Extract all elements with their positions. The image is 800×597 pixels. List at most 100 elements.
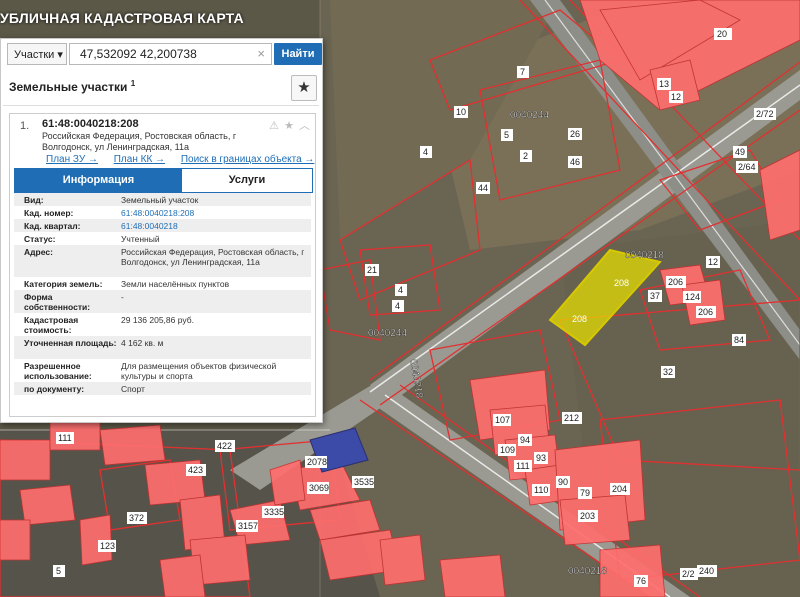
info-row-label: Адрес: [24, 247, 53, 257]
search-type-select[interactable]: Участки ▾ [7, 43, 67, 65]
svg-text:4: 4 [398, 285, 403, 295]
parcel-index: 1. [20, 120, 30, 132]
parcel-number[interactable]: 61:48:0040218:208 [42, 118, 139, 130]
search-in-bounds-link[interactable]: Поиск в границах объекта → [181, 154, 315, 165]
info-row: Статус: Учтенный [14, 232, 311, 245]
svg-text:79: 79 [580, 488, 590, 498]
info-row: Кад. номер: 61:48:0040218:208 [14, 206, 311, 219]
svg-text:32: 32 [663, 367, 673, 377]
parcel-links: План ЗУ → План КК → Поиск в границах объ… [46, 154, 327, 165]
svg-text:3335: 3335 [264, 507, 284, 517]
tab-services[interactable]: Услуги [182, 169, 312, 192]
svg-text:0040218: 0040218 [568, 566, 607, 577]
parcel-card: 1. 61:48:0040218:208 Российская Федераци… [9, 113, 316, 417]
search-input[interactable]: 47,532092 42,200738 × [69, 43, 272, 65]
search-panel: Участки ▾ 47,532092 42,200738 × Найти Зе… [0, 38, 323, 423]
info-row-value: Спорт [121, 384, 145, 394]
svg-text:3157: 3157 [238, 521, 258, 531]
svg-text:12: 12 [671, 92, 681, 102]
plan-kk-link[interactable]: План КК → [114, 154, 165, 165]
svg-text:76: 76 [636, 576, 646, 586]
info-tabs: Информация Услуги [14, 168, 313, 193]
svg-text:123: 123 [100, 541, 115, 551]
svg-text:212: 212 [564, 413, 579, 423]
svg-text:94: 94 [520, 435, 530, 445]
svg-text:2/72: 2/72 [756, 109, 774, 119]
svg-text:204: 204 [612, 484, 627, 494]
search-button[interactable]: Найти [274, 43, 322, 65]
info-row: Уточненная площадь: 4 162 кв. м [14, 336, 311, 359]
svg-text:37: 37 [650, 291, 660, 301]
svg-text:107: 107 [495, 415, 510, 425]
info-row: по документу: Спорт [14, 382, 311, 395]
svg-text:240: 240 [699, 566, 714, 576]
info-row-label: Вид: [24, 195, 44, 205]
svg-text:372: 372 [129, 513, 144, 523]
svg-text:4: 4 [423, 147, 428, 157]
info-row-label: Кад. номер: [24, 208, 74, 218]
info-row: Категория земель: Земли населённых пункто… [14, 277, 311, 290]
info-row-value: Земельный участок [121, 195, 199, 205]
svg-text:3535: 3535 [354, 477, 374, 487]
parcel-tools-icons[interactable]: ⚠ ★ ︿ [269, 117, 311, 133]
info-row-label: Разрешенное использование: [24, 361, 92, 381]
tab-information[interactable]: Информация [15, 169, 182, 192]
svg-text:0040218: 0040218 [625, 250, 664, 261]
section-title: Земельные участки 1 [9, 79, 135, 94]
chevron-down-icon: ▾ [57, 49, 63, 61]
svg-text:21: 21 [367, 265, 377, 275]
info-row-label: Уточненная площадь: [24, 338, 117, 348]
info-row-label: Форма собственности: [24, 292, 91, 312]
info-row-value: - [121, 292, 124, 302]
info-row-label: Статус: [24, 234, 56, 244]
info-row-label: Кад. квартал: [24, 221, 81, 231]
info-row-value: Учтенный [121, 234, 160, 244]
info-row-value[interactable]: 61:48:0040218:208 [121, 208, 306, 218]
info-table: Вид: Земельный участок Кад. номер: 61:48:00… [14, 193, 311, 395]
svg-text:422: 422 [217, 441, 232, 451]
favorite-star-button[interactable]: ★ [291, 75, 317, 101]
svg-text:111: 111 [516, 461, 530, 471]
svg-text:109: 109 [500, 445, 515, 455]
clear-icon[interactable]: × [257, 44, 265, 64]
search-bar: Участки ▾ 47,532092 42,200738 × Найти [5, 43, 322, 65]
section-title-text: Земельные участки [9, 80, 128, 94]
svg-text:0040244: 0040244 [510, 110, 549, 121]
svg-text:44: 44 [478, 183, 488, 193]
svg-text:110: 110 [534, 485, 548, 495]
svg-text:2078: 2078 [307, 457, 327, 467]
svg-text:0040244: 0040244 [368, 328, 407, 339]
divider [3, 105, 319, 106]
info-row: Разрешенное использование: Для размещения… [14, 359, 311, 382]
search-input-value: 47,532092 42,200738 [80, 47, 197, 61]
star-icon: ★ [297, 79, 311, 96]
svg-text:84: 84 [734, 335, 744, 345]
svg-text:111: 111 [58, 433, 72, 443]
app-title: УБЛИЧНАЯ КАДАСТРОВАЯ КАРТА [0, 10, 244, 26]
svg-text:5: 5 [56, 566, 61, 576]
svg-text:10: 10 [456, 107, 466, 117]
info-row: Кад. квартал: 61:48:0040218 [14, 219, 311, 232]
info-row-value[interactable]: 61:48:0040218 [121, 221, 306, 231]
svg-text:5: 5 [504, 130, 509, 140]
info-row-value: 29 136 205,86 руб. [121, 315, 194, 325]
svg-text:206: 206 [668, 277, 683, 287]
plan-zu-link[interactable]: План ЗУ → [46, 154, 98, 165]
svg-text:49: 49 [735, 147, 745, 157]
svg-text:208: 208 [572, 314, 587, 324]
svg-text:3069: 3069 [309, 483, 329, 493]
svg-text:4: 4 [395, 301, 400, 311]
svg-text:93: 93 [536, 453, 546, 463]
svg-text:124: 124 [685, 292, 700, 302]
result-count: 1 [130, 79, 136, 88]
svg-text:2: 2 [523, 151, 528, 161]
info-row: Адрес: Российская Федерация, Ростовская о… [14, 245, 311, 277]
svg-text:2/64: 2/64 [738, 162, 756, 172]
info-row-value: 4 162 кв. м [121, 338, 164, 348]
info-row-value: Для размещения объектов физической культ… [121, 361, 277, 381]
parcel-address: Российская Федерация, Ростовская область… [42, 131, 237, 152]
info-row: Кадастровая стоимость: 29 136 205,86 руб. [14, 313, 311, 336]
svg-text:7: 7 [520, 67, 525, 77]
info-row-label: по документу: [24, 384, 85, 394]
svg-text:206: 206 [698, 307, 713, 317]
